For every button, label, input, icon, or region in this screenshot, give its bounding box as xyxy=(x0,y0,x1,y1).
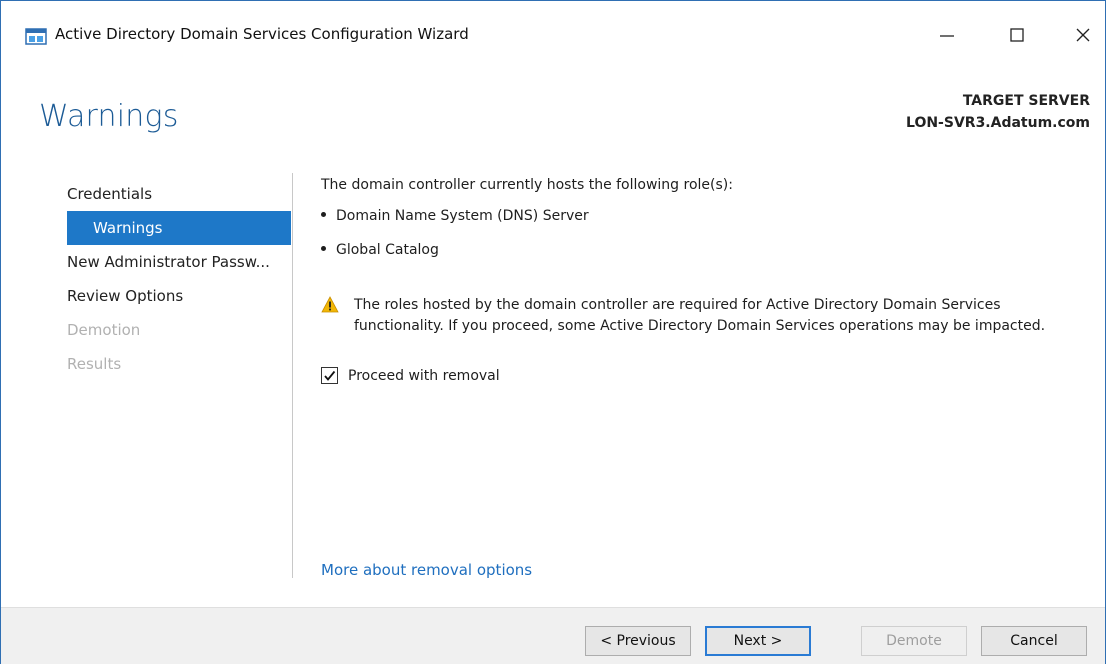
proceed-with-removal-option[interactable]: Proceed with removal xyxy=(321,367,500,384)
close-button[interactable] xyxy=(1061,15,1105,55)
nav-item-results: Results xyxy=(67,355,122,373)
title-bar: Active Directory Domain Services Configu… xyxy=(1,1,1105,65)
server-manager-icon xyxy=(25,28,47,45)
window-title: Active Directory Domain Services Configu… xyxy=(55,25,469,43)
role-global-catalog-label: Global Catalog xyxy=(336,242,439,258)
minimize-button[interactable] xyxy=(925,15,969,55)
previous-button[interactable]: < Previous xyxy=(585,626,691,656)
role-dns-label: Domain Name System (DNS) Server xyxy=(336,208,589,224)
role-list-item: Domain Name System (DNS) Server xyxy=(321,208,589,224)
nav-item-warnings[interactable]: Warnings xyxy=(67,211,291,245)
more-about-removal-options-link[interactable]: More about removal options xyxy=(321,561,532,579)
nav-item-review-options[interactable]: Review Options xyxy=(67,279,291,313)
checkmark-icon xyxy=(324,370,336,381)
warning-icon xyxy=(321,296,339,313)
minimize-icon xyxy=(940,35,954,37)
role-list-item: Global Catalog xyxy=(321,242,439,258)
button-bar: < Previous Next > Demote Cancel xyxy=(1,607,1105,664)
maximize-icon xyxy=(1010,28,1024,42)
nav-item-new-administrator-password[interactable]: New Administrator Passw... xyxy=(67,245,291,279)
nav-divider xyxy=(292,173,293,578)
proceed-with-removal-checkbox[interactable] xyxy=(321,367,338,384)
close-icon xyxy=(1076,28,1090,42)
target-server-name: LON-SVR3.Adatum.com xyxy=(906,115,1090,131)
wizard-nav: Credentials Warnings New Administrator P… xyxy=(67,177,291,381)
wizard-window: Active Directory Domain Services Configu… xyxy=(0,0,1106,664)
bullet-icon xyxy=(321,245,326,251)
target-server-label: TARGET SERVER xyxy=(962,93,1090,109)
roles-intro-text: The domain controller currently hosts th… xyxy=(321,177,733,193)
nav-item-credentials[interactable]: Credentials xyxy=(67,177,291,211)
next-button[interactable]: Next > xyxy=(705,626,811,656)
page-title: Warnings xyxy=(39,99,179,134)
demote-button: Demote xyxy=(861,626,967,656)
bullet-icon xyxy=(321,211,326,217)
maximize-button[interactable] xyxy=(995,15,1039,55)
proceed-with-removal-label[interactable]: Proceed with removal xyxy=(348,368,500,384)
cancel-button[interactable]: Cancel xyxy=(981,626,1087,656)
nav-item-demotion: Demotion xyxy=(67,321,141,339)
warning-text: The roles hosted by the domain controlle… xyxy=(354,297,1046,334)
